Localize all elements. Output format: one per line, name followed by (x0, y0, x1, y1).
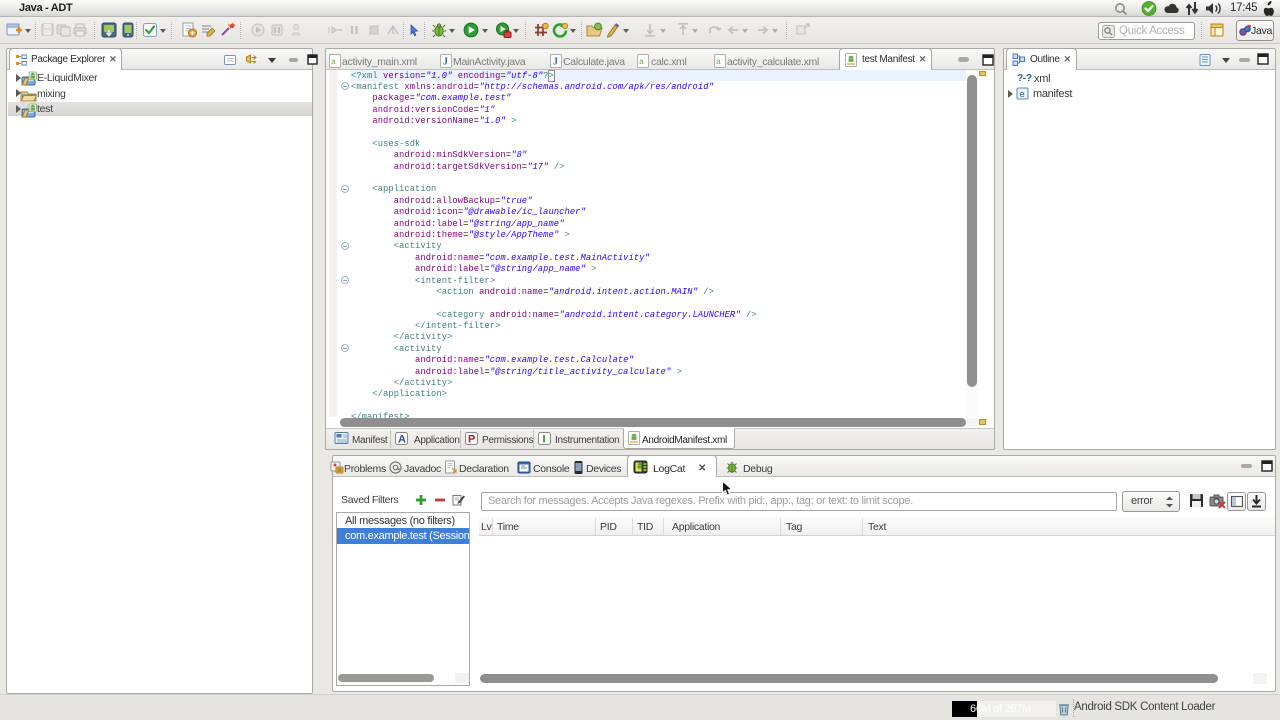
svg-text:a: a (639, 58, 644, 67)
svg-text:J: J (553, 57, 558, 68)
svg-text:J: J (443, 57, 448, 68)
svg-text:a: a (331, 58, 336, 67)
svg-text:I: I (543, 434, 546, 446)
svg-text:a: a (716, 58, 721, 67)
svg-text:A: A (398, 434, 406, 446)
svg-text:e: e (1020, 90, 1025, 100)
svg-text:P: P (468, 434, 475, 446)
